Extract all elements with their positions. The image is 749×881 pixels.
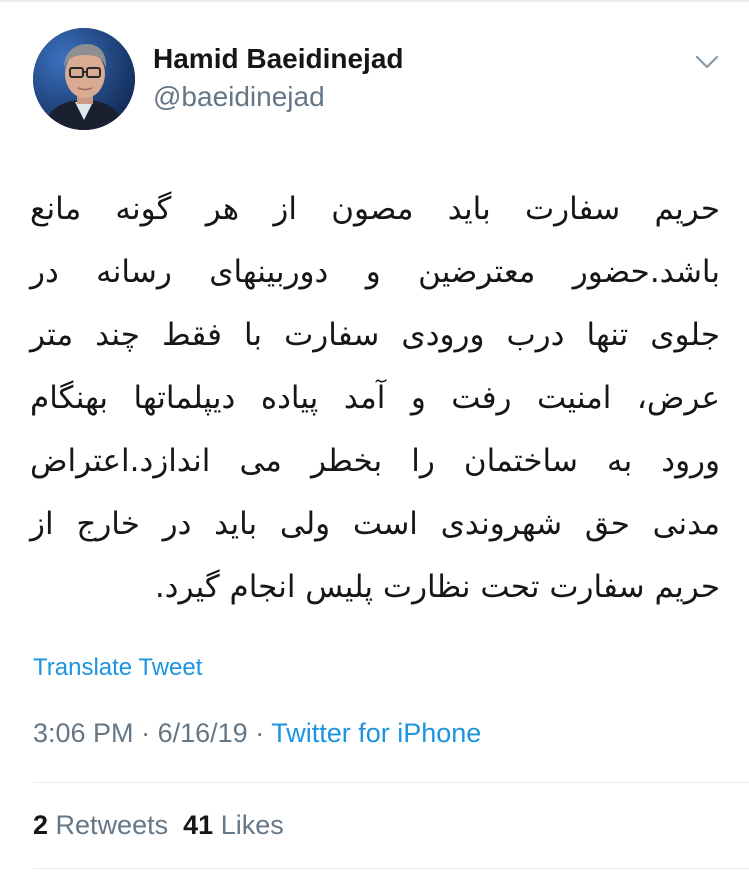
- likes-stat[interactable]: 41 Likes: [183, 810, 284, 840]
- retweets-count: 2: [33, 810, 49, 840]
- translate-tweet-link[interactable]: Translate Tweet: [33, 652, 202, 684]
- tweet-line: حریم سفارت باید مصون از هر گونه مانع: [30, 191, 720, 227]
- tweet-line: حریم سفارت تحت نظارت پلیس انجام گیرد.: [154, 569, 720, 605]
- profile-photo-icon: [33, 28, 135, 130]
- likes-label: Likes: [220, 810, 284, 840]
- tweet-line: جلوی تنها درب ورودی سفارت با فقط چند متر: [30, 317, 720, 353]
- bottom-divider: [33, 868, 749, 869]
- tweet-line: ورود به ساختمان را بخطر می اندازد.اعتراض: [30, 443, 720, 479]
- user-handle[interactable]: @baeidinejad: [153, 80, 325, 114]
- chevron-down-icon[interactable]: [692, 50, 722, 74]
- tweet-line: مدنی حق شهروندی است ولی باید در خارج از: [30, 506, 720, 542]
- retweets-stat[interactable]: 2 Retweets: [33, 810, 168, 840]
- retweets-label: Retweets: [55, 810, 169, 840]
- avatar[interactable]: [33, 28, 135, 130]
- tweet-line: عرض، امنیت رفت و آمد پیاده دیپلماتها بهن…: [30, 380, 720, 416]
- tweet-stats: 2 Retweets 41 Likes: [33, 808, 284, 842]
- tweet-source-link[interactable]: Twitter for iPhone: [271, 718, 481, 748]
- tweet-date: 6/16/19: [157, 718, 248, 748]
- top-divider: [0, 0, 749, 2]
- meta-separator: ·: [255, 718, 265, 748]
- meta-separator: ·: [141, 718, 151, 748]
- likes-count: 41: [183, 810, 214, 840]
- user-name[interactable]: Hamid Baeidinejad: [153, 42, 404, 76]
- tweet-metadata: 3:06 PM · 6/16/19 · Twitter for iPhone: [33, 716, 481, 750]
- tweet-text: حریم سفارت باید مصون از هر گونه مانع باش…: [30, 178, 720, 619]
- tweet-line: باشد.حضور معترضین و دوربینهای رسانه در: [30, 254, 720, 290]
- tweet-time: 3:06 PM: [33, 718, 134, 748]
- stats-divider: [33, 782, 749, 783]
